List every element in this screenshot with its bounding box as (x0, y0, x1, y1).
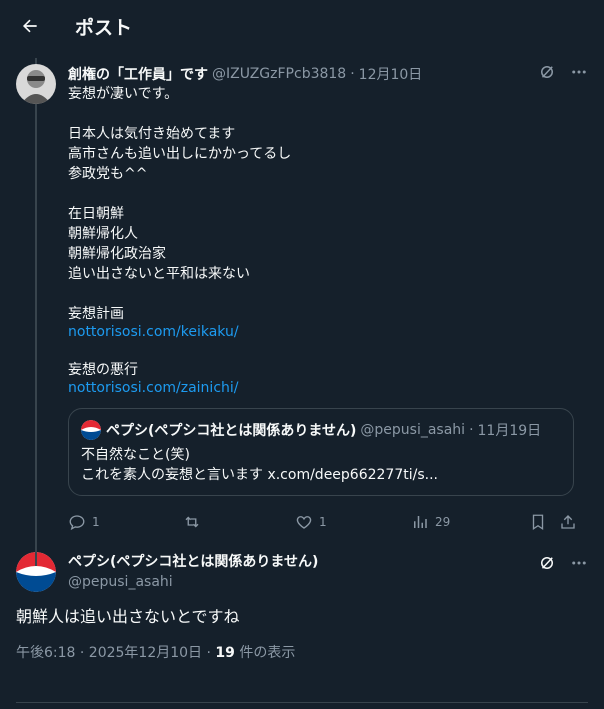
reply-button[interactable]: 1 (68, 513, 182, 531)
top-bar: ポスト (0, 0, 604, 52)
reply-tweet: ペプシ(ペプシコ社とは関係ありません) @pepusi_asahi 朝鮮人は追い… (0, 544, 604, 662)
original-tweet[interactable]: 創権の「工作員」です @IZUZGzFPcb3818 · 12月10日 妄想が凄… (0, 52, 604, 544)
divider (16, 702, 588, 703)
more-options-icon[interactable] (570, 554, 588, 576)
more-options-icon[interactable] (570, 63, 588, 85)
quote-text-line2: これを素人の妄想と言います x.com/deep662277ti/s... (81, 467, 438, 483)
bookmark-icon (532, 514, 544, 531)
quote-date[interactable]: 11月19日 (478, 420, 542, 440)
reply-author-handle[interactable]: @pepusi_asahi (68, 572, 318, 592)
link-zainichi[interactable]: nottorisosi.com/zainichi/ (68, 380, 588, 396)
retweet-button[interactable] (182, 513, 295, 531)
retweet-icon (185, 516, 199, 528)
views-count: 29 (435, 515, 451, 529)
views-chart-icon (414, 516, 427, 528)
reply-timestamp-row: 午後6:18 · 2025年12月10日 · 19 件の表示 (16, 642, 588, 662)
reply-views-suffix: 件の表示 (234, 645, 296, 661)
quoted-tweet[interactable]: ペプシ(ペプシコ社とは関係ありません) @pepusi_asahi · 11月1… (68, 408, 574, 496)
views-button[interactable]: 29 (411, 513, 529, 531)
quote-author-name[interactable]: ペプシ(ペプシコ社とは関係ありません) (106, 420, 356, 440)
page-title: ポスト (75, 16, 133, 39)
separator-dot: · (350, 66, 355, 82)
link-keikaku[interactable]: nottorisosi.com/keikaku/ (68, 324, 588, 340)
back-arrow-icon[interactable] (16, 12, 44, 40)
tweet-text: 妄想が凄いです。 日本人は気付き始めてます 高市さんも追い出しにかかってるし 参… (68, 86, 292, 322)
bookmark-button[interactable] (529, 513, 559, 531)
reply-icon (69, 515, 85, 531)
share-icon (561, 515, 575, 529)
tweet-actions: 1 1 29 (68, 500, 584, 544)
separator-dot: · (469, 422, 474, 438)
share-button[interactable] (559, 513, 583, 531)
reply-author-name[interactable]: ペプシ(ペプシコ社とは関係ありません) (68, 552, 318, 572)
pepsi-logo-avatar (81, 420, 101, 440)
reply-count: 1 (92, 515, 100, 529)
reply-time[interactable]: 午後6:18 · 2025年12月10日 · (16, 645, 215, 661)
reply-text: 朝鮮人は追い出さないとですね (16, 607, 240, 626)
tweet-text-secondary: 妄想の悪行 (68, 362, 138, 378)
heart-icon (296, 516, 312, 529)
quote-text-line1: 不自然なこと(笑) (81, 447, 190, 463)
quote-author-handle[interactable]: @pepusi_asahi (360, 422, 465, 438)
like-count: 1 (319, 515, 327, 529)
author-handle[interactable]: @IZUZGzFPcb3818 (212, 66, 346, 82)
grok-icon[interactable] (538, 554, 556, 576)
like-button[interactable]: 1 (295, 513, 411, 531)
author-name[interactable]: 創権の「工作員」です (68, 64, 208, 84)
grok-icon[interactable] (538, 63, 556, 85)
author-avatar[interactable] (16, 64, 56, 104)
reply-views: 19 (215, 645, 235, 661)
tweet-date[interactable]: 12月10日 (359, 64, 423, 84)
